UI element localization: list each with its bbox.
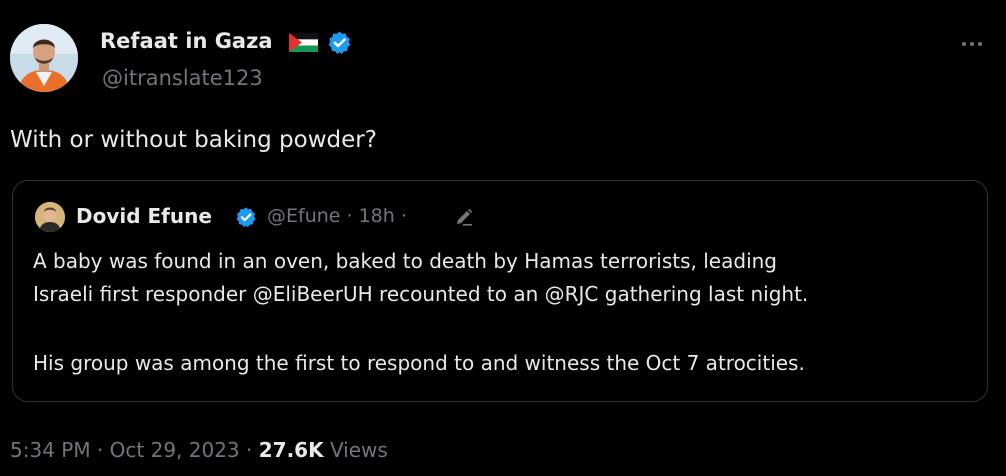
- quoted-text-line: His group was among the first to respond…: [33, 351, 805, 375]
- quoted-text-line: A baby was found in an oven, baked to de…: [33, 249, 777, 273]
- quoted-author-avatar[interactable]: [35, 202, 65, 232]
- quoted-text-line: Israeli first responder @EliBeerUH recou…: [33, 282, 809, 306]
- verified-badge-icon[interactable]: [327, 30, 352, 55]
- author-avatar-image: [10, 24, 78, 92]
- views-count: 27.6K: [258, 438, 324, 462]
- palestine-flag-icon: [289, 33, 318, 52]
- edit-pencil-icon[interactable]: [454, 207, 474, 227]
- views-label: Views: [329, 438, 388, 462]
- tweet-meta-footer: 5:34 PM · Oct 29, 2023 · 27.6K Views: [10, 436, 388, 464]
- tweet-detail: Refaat in Gaza @itranslate123 With or wi…: [0, 0, 1006, 476]
- author-avatar[interactable]: [10, 24, 78, 92]
- quoted-author-avatar-image: [35, 202, 65, 232]
- quoted-tweet-card[interactable]: Dovid Efune @Efune · 18h · A baby was fo…: [12, 180, 988, 402]
- quoted-author-name[interactable]: Dovid Efune: [76, 202, 212, 230]
- tweet-text: With or without baking powder?: [10, 127, 377, 153]
- tweet-timestamp[interactable]: 5:34 PM · Oct 29, 2023 ·: [10, 438, 252, 462]
- quoted-handle-and-time[interactable]: @Efune · 18h ·: [267, 202, 407, 230]
- quoted-verified-badge-icon: [236, 207, 256, 228]
- more-options-icon[interactable]: [958, 34, 986, 54]
- author-handle[interactable]: @itranslate123: [102, 64, 263, 92]
- author-name[interactable]: Refaat in Gaza: [100, 27, 273, 55]
